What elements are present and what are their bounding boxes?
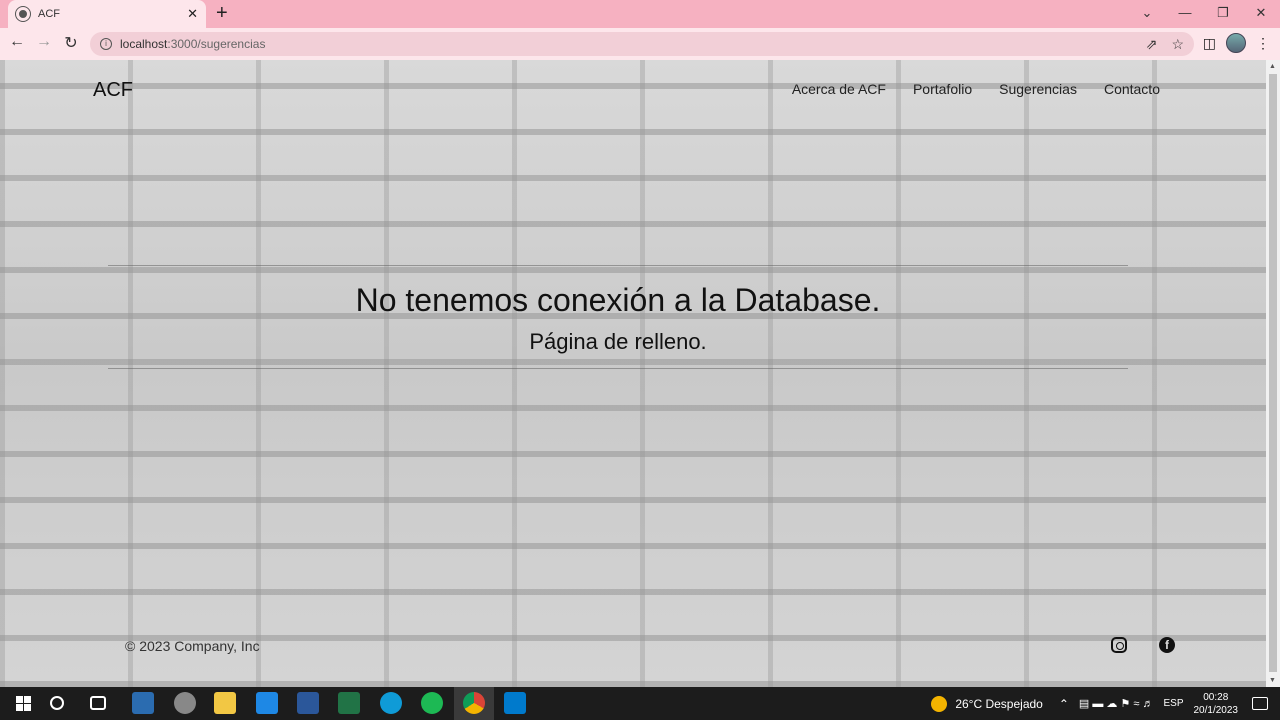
close-tab-icon[interactable]: ✕: [187, 6, 198, 22]
weather-text[interactable]: 26°C Despejado: [955, 697, 1043, 711]
back-arrow-icon[interactable]: ←: [6, 33, 28, 51]
bookmark-star-icon[interactable]: ☆: [1171, 36, 1184, 53]
new-tab-button[interactable]: +: [216, 3, 228, 23]
tray-icons[interactable]: ▤ ▬ ☁ ⚑ ≈ ♬: [1079, 697, 1154, 710]
address-bar[interactable]: i localhost:3000/sugerencias ⇗ ☆: [90, 32, 1194, 56]
scroll-down-arrow-icon[interactable]: ▼: [1269, 677, 1276, 684]
footer-copyright: © 2023 Company, Inc: [125, 638, 260, 654]
task-view-icon[interactable]: [90, 696, 106, 710]
site-favicon-icon: [15, 6, 31, 22]
scrollbar-thumb[interactable]: [1269, 74, 1277, 672]
vscode-icon[interactable]: [504, 692, 526, 714]
app-azure-icon[interactable]: [132, 692, 154, 714]
page-subtitle: Página de relleno.: [529, 329, 707, 354]
notifications-icon[interactable]: [1252, 697, 1268, 710]
close-window-button[interactable]: ✕: [1242, 0, 1280, 28]
nav-link-sugerencias[interactable]: Sugerencias: [999, 81, 1077, 97]
minimize-button[interactable]: —: [1166, 0, 1204, 28]
system-tray: 26°C Despejado ⌃ ▤ ▬ ☁ ⚑ ≈ ♬ ESP 00:28 2…: [931, 687, 1280, 720]
word-icon[interactable]: [297, 692, 319, 714]
facebook-icon[interactable]: f: [1159, 637, 1175, 653]
restore-button[interactable]: ❐: [1204, 0, 1242, 28]
mail-icon[interactable]: [256, 692, 278, 714]
browser-toolbar: ← → ↻ i localhost:3000/sugerencias ⇗ ☆ ◫…: [0, 28, 1280, 60]
excel-icon[interactable]: [338, 692, 360, 714]
social-links: f: [1111, 637, 1175, 653]
hero-section: No tenemos conexión a la Database. Págin…: [0, 260, 1236, 355]
more-menu-icon[interactable]: ⋮: [1256, 35, 1270, 52]
file-explorer-icon[interactable]: [214, 692, 236, 714]
nav-link-portafolio[interactable]: Portafolio: [913, 81, 972, 97]
page-title: No tenemos conexión a la Database.: [355, 282, 881, 318]
chrome-icon[interactable]: [463, 692, 485, 714]
page-scrollbar[interactable]: ▲ ▼: [1266, 60, 1280, 687]
window-controls: ⌄ — ❐ ✕: [1128, 0, 1280, 28]
instagram-icon[interactable]: [1111, 637, 1127, 653]
profile-avatar[interactable]: [1226, 33, 1246, 53]
weather-moon-icon[interactable]: [931, 695, 948, 712]
site-nav: Acerca de ACF Portafolio Sugerencias Con…: [792, 81, 1160, 97]
page-viewport: ACF Acerca de ACF Portafolio Sugerencias…: [0, 60, 1266, 687]
url-path: :3000/sugerencias: [167, 37, 266, 51]
edge-icon[interactable]: [380, 692, 402, 714]
app-disk-icon[interactable]: [174, 692, 196, 714]
search-icon[interactable]: [50, 696, 64, 710]
clock-time: 00:28: [1203, 691, 1229, 703]
nav-link-contacto[interactable]: Contacto: [1104, 81, 1160, 97]
spotify-icon[interactable]: [421, 692, 443, 714]
browser-tab-bar: ACF ✕ + ⌄ — ❐ ✕: [0, 0, 1280, 28]
nav-link-acerca[interactable]: Acerca de ACF: [792, 81, 886, 97]
forward-arrow-icon[interactable]: →: [33, 33, 55, 51]
clock-date: 20/1/2023: [1193, 704, 1239, 716]
hero-bottom-divider: [108, 368, 1128, 369]
url-host: localhost: [120, 37, 168, 51]
windows-taskbar: 26°C Despejado ⌃ ▤ ▬ ☁ ⚑ ≈ ♬ ESP 00:28 2…: [0, 687, 1280, 720]
windows-start-icon[interactable]: [12, 692, 34, 714]
share-icon[interactable]: ⇗: [1146, 36, 1158, 53]
taskbar-clock[interactable]: 00:28 20/1/2023: [1194, 691, 1239, 717]
tab-search-button[interactable]: ⌄: [1128, 0, 1166, 28]
side-panel-icon[interactable]: ◫: [1203, 35, 1216, 52]
tray-chevron-icon[interactable]: ⌃: [1059, 697, 1069, 711]
site-brand[interactable]: ACF: [93, 79, 133, 102]
reload-icon[interactable]: ↻: [60, 33, 82, 53]
url-text: localhost:3000/sugerencias: [120, 37, 265, 51]
site-info-icon[interactable]: i: [100, 38, 112, 50]
browser-tab[interactable]: ACF ✕: [8, 0, 206, 28]
tab-title: ACF: [38, 8, 60, 20]
language-indicator[interactable]: ESP: [1163, 698, 1183, 709]
scroll-up-arrow-icon[interactable]: ▲: [1269, 63, 1276, 70]
